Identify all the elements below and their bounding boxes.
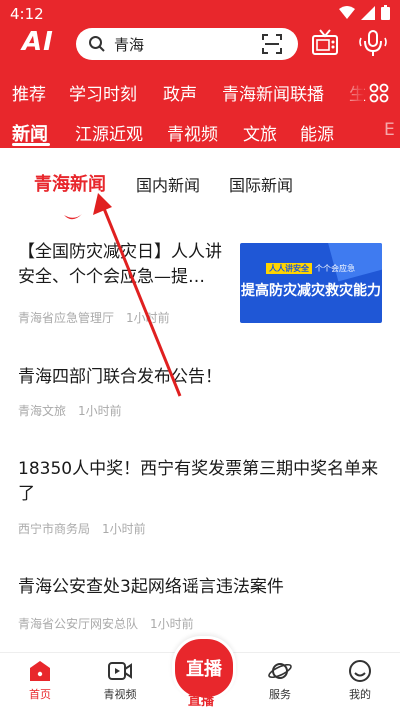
news-title[interactable]: 青海四部门联合发布公告！ (18, 365, 378, 390)
channel-row-secondary: 新闻 江源近观 青视频 文旅 能源 E (0, 116, 400, 148)
home-icon (30, 661, 50, 681)
active-channel-underline (12, 143, 50, 146)
sub-tabs: 青海新闻 国内新闻 国际新闻 (0, 160, 400, 204)
news-source: 青海省公安厅网安总队 (18, 617, 139, 631)
news-source: 青海文旅 (18, 404, 67, 418)
channel-tab[interactable]: 政声 (163, 80, 197, 105)
news-title[interactable]: 18350人中奖！西宁有奖发票第三期中奖名单来了 (18, 457, 383, 507)
channel-fade (336, 76, 364, 110)
mic-icon[interactable] (358, 28, 388, 58)
search-text[interactable]: 青海 (114, 34, 262, 55)
battery-icon (381, 5, 390, 20)
news-source: 西宁市商务局 (18, 522, 91, 536)
news-meta: 青海省应急管理厅 1小时前 (18, 309, 182, 326)
smiley-icon (349, 660, 371, 682)
sub-tab[interactable]: 国内新闻 (136, 172, 200, 196)
nav-video[interactable]: 青视频 (90, 659, 150, 702)
news-item[interactable]: 【全国防灾减灾日】人人讲安全、个个会应急—提… (18, 240, 230, 290)
scan-icon[interactable] (262, 34, 282, 54)
status-icons (339, 5, 390, 20)
news-thumbnail[interactable]: 人人讲安全 个个会应急 提高防灾减灾救灾能力 (240, 243, 382, 323)
channel-tab[interactable]: 文旅 (243, 120, 277, 145)
active-subtab-indicator (64, 214, 82, 220)
channel-tab[interactable]: 江源近观 (75, 120, 143, 145)
status-time: 4:12 (10, 5, 44, 23)
nav-label: 我的 (349, 688, 371, 701)
nav-label: 首页 (29, 688, 51, 701)
nav-services[interactable]: 服务 (250, 659, 310, 702)
search-icon (89, 36, 105, 52)
nav-label: 服务 (269, 688, 291, 701)
video-icon (108, 662, 132, 680)
news-source: 青海省应急管理厅 (18, 311, 115, 325)
channel-tab[interactable]: 学习时刻 (69, 80, 137, 105)
channel-tab[interactable]: E (384, 120, 395, 140)
app-logo[interactable]: AI (22, 27, 54, 57)
sub-tab-active[interactable]: 青海新闻 (34, 170, 106, 196)
news-item[interactable]: 青海公安查处3起网络谣言违法案件 (18, 575, 383, 600)
app-header: 4:12 AI 青海 推荐 学习时刻 政声 青海新闻联播 生 新闻 江源近观 青… (0, 0, 400, 148)
news-title[interactable]: 【全国防灾减灾日】人人讲安全、个个会应急—提… (18, 240, 230, 290)
news-time: 1小时前 (150, 617, 194, 631)
news-title[interactable]: 青海公安查处3起网络谣言违法案件 (18, 575, 383, 600)
search-bar[interactable]: 青海 (76, 28, 298, 60)
thumb-tag: 人人讲安全 个个会应急 (266, 263, 355, 274)
nav-label: 青视频 (103, 688, 137, 701)
status-bar: 4:12 (0, 0, 400, 28)
sub-tab[interactable]: 国际新闻 (229, 172, 293, 196)
news-time: 1小时前 (102, 522, 146, 536)
live-label[interactable]: 直播 (172, 690, 230, 709)
news-meta: 青海文旅 1小时前 (18, 402, 134, 419)
channel-tab[interactable]: 青海新闻联播 (222, 80, 324, 105)
news-time: 1小时前 (78, 404, 122, 418)
channel-tab[interactable]: 推荐 (12, 80, 46, 105)
news-item[interactable]: 青海四部门联合发布公告！ (18, 365, 378, 390)
thumb-headline: 提高防灾减灾救灾能力 (241, 283, 381, 299)
news-meta: 青海省公安厅网安总队 1小时前 (18, 615, 206, 632)
wifi-icon (339, 5, 355, 19)
news-item[interactable]: 18350人中奖！西宁有奖发票第三期中奖名单来了 (18, 457, 383, 507)
tv-icon[interactable] (310, 28, 340, 58)
planet-icon (268, 663, 292, 679)
nav-home[interactable]: 首页 (10, 659, 70, 702)
channel-tab[interactable]: 青视频 (167, 120, 218, 145)
news-meta: 西宁市商务局 1小时前 (18, 520, 158, 537)
grid-menu-icon[interactable] (368, 82, 390, 104)
signal-icon (361, 5, 375, 20)
channel-tab[interactable]: 能源 (300, 120, 334, 145)
news-time: 1小时前 (126, 311, 170, 325)
nav-profile[interactable]: 我的 (330, 659, 390, 702)
